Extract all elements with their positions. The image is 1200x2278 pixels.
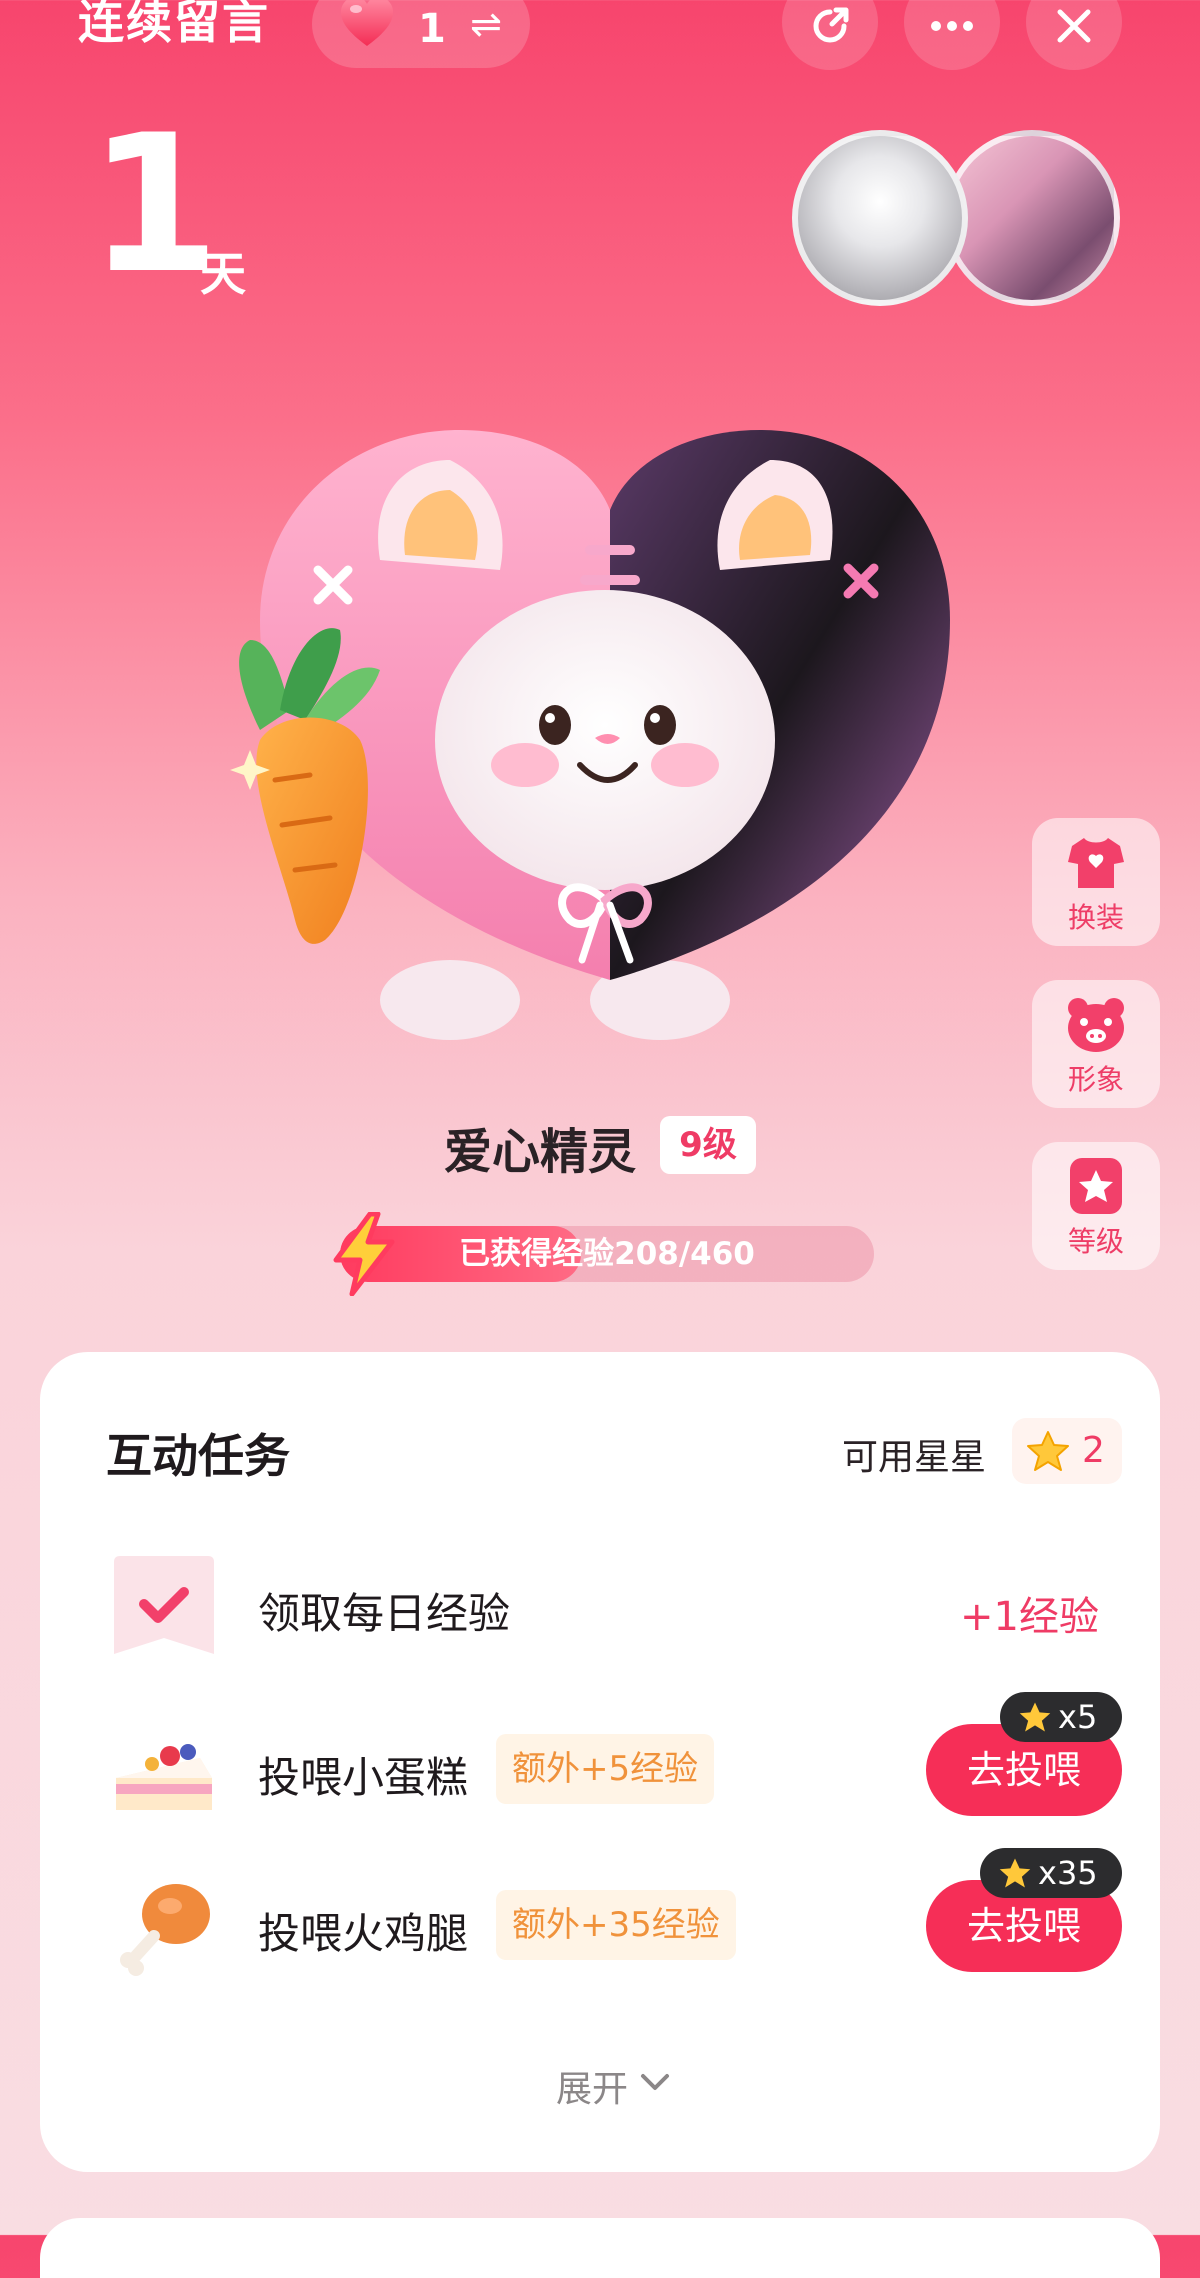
heart-mascot-illustration[interactable] — [220, 420, 960, 1050]
expand-button[interactable]: 展开 — [556, 2060, 628, 2112]
heart-icon — [341, 0, 393, 46]
task-label-drumstick: 投喂火鸡腿 — [258, 1909, 469, 1958]
cost-badge-drumstick: x35 — [980, 1848, 1122, 1898]
more-button[interactable] — [904, 0, 1000, 70]
level-label: 等级 — [1067, 1225, 1124, 1258]
exp-progress-text: 已获得经验208/460 — [459, 1236, 755, 1272]
dress-up-button[interactable]: 换装 — [1032, 818, 1160, 946]
more-icon — [931, 21, 973, 31]
chevron-down-icon — [641, 2074, 669, 2090]
cake-icon — [116, 1744, 212, 1810]
pig-face-icon — [1068, 998, 1124, 1052]
task-bonus-cake: 额外+5经验 — [496, 1734, 715, 1804]
close-icon — [1057, 9, 1091, 43]
mascot-name: 爱心精灵 — [444, 1124, 637, 1180]
task-bonus-drumstick: 额外+35经验 — [496, 1890, 736, 1960]
check-envelope-icon — [114, 1556, 214, 1654]
star-icon — [999, 1858, 1031, 1888]
avatar-self[interactable] — [792, 130, 968, 306]
lightning-icon — [333, 1212, 395, 1296]
streak-days-unit: 天 — [200, 247, 246, 301]
next-card-edge — [40, 2218, 1160, 2278]
page-title: 连续留言 — [78, 0, 270, 49]
level-button[interactable]: 等级 — [1032, 1142, 1160, 1270]
share-button[interactable] — [782, 0, 878, 70]
cost-value-drumstick: x35 — [1038, 1854, 1098, 1892]
avatar-friend[interactable] — [944, 130, 1120, 306]
cost-value-cake: x5 — [1058, 1698, 1098, 1736]
task-label-cake: 投喂小蛋糕 — [258, 1753, 469, 1802]
heart-count: 1 — [418, 6, 446, 52]
share-icon — [813, 7, 849, 43]
heart-switch-pill[interactable]: 1 ⇌ — [312, 0, 530, 68]
stars-label: 可用星星 — [842, 1437, 987, 1478]
task-label-daily-exp: 领取每日经验 — [258, 1589, 511, 1638]
exp-progress-bar: 已获得经验208/460 — [340, 1226, 874, 1282]
stars-balance: 2 — [1012, 1418, 1122, 1484]
swap-icon: ⇌ — [470, 2, 502, 46]
level-badge: 9级 — [660, 1116, 756, 1174]
cost-badge-cake: x5 — [1000, 1692, 1122, 1742]
star-icon — [1027, 1431, 1069, 1471]
task-reward-daily-exp[interactable]: +1经验 — [960, 1584, 1099, 1642]
dress-up-label: 换装 — [1067, 901, 1124, 934]
shirt-icon — [1068, 838, 1124, 888]
close-button[interactable] — [1026, 0, 1122, 70]
tasks-title: 互动任务 — [106, 1429, 290, 1483]
drumstick-icon — [120, 1884, 210, 1976]
appearance-label: 形象 — [1067, 1063, 1124, 1096]
star-icon — [1019, 1702, 1051, 1732]
star-badge-icon — [1070, 1158, 1122, 1214]
stars-count: 2 — [1082, 1430, 1105, 1471]
appearance-button[interactable]: 形象 — [1032, 980, 1160, 1108]
